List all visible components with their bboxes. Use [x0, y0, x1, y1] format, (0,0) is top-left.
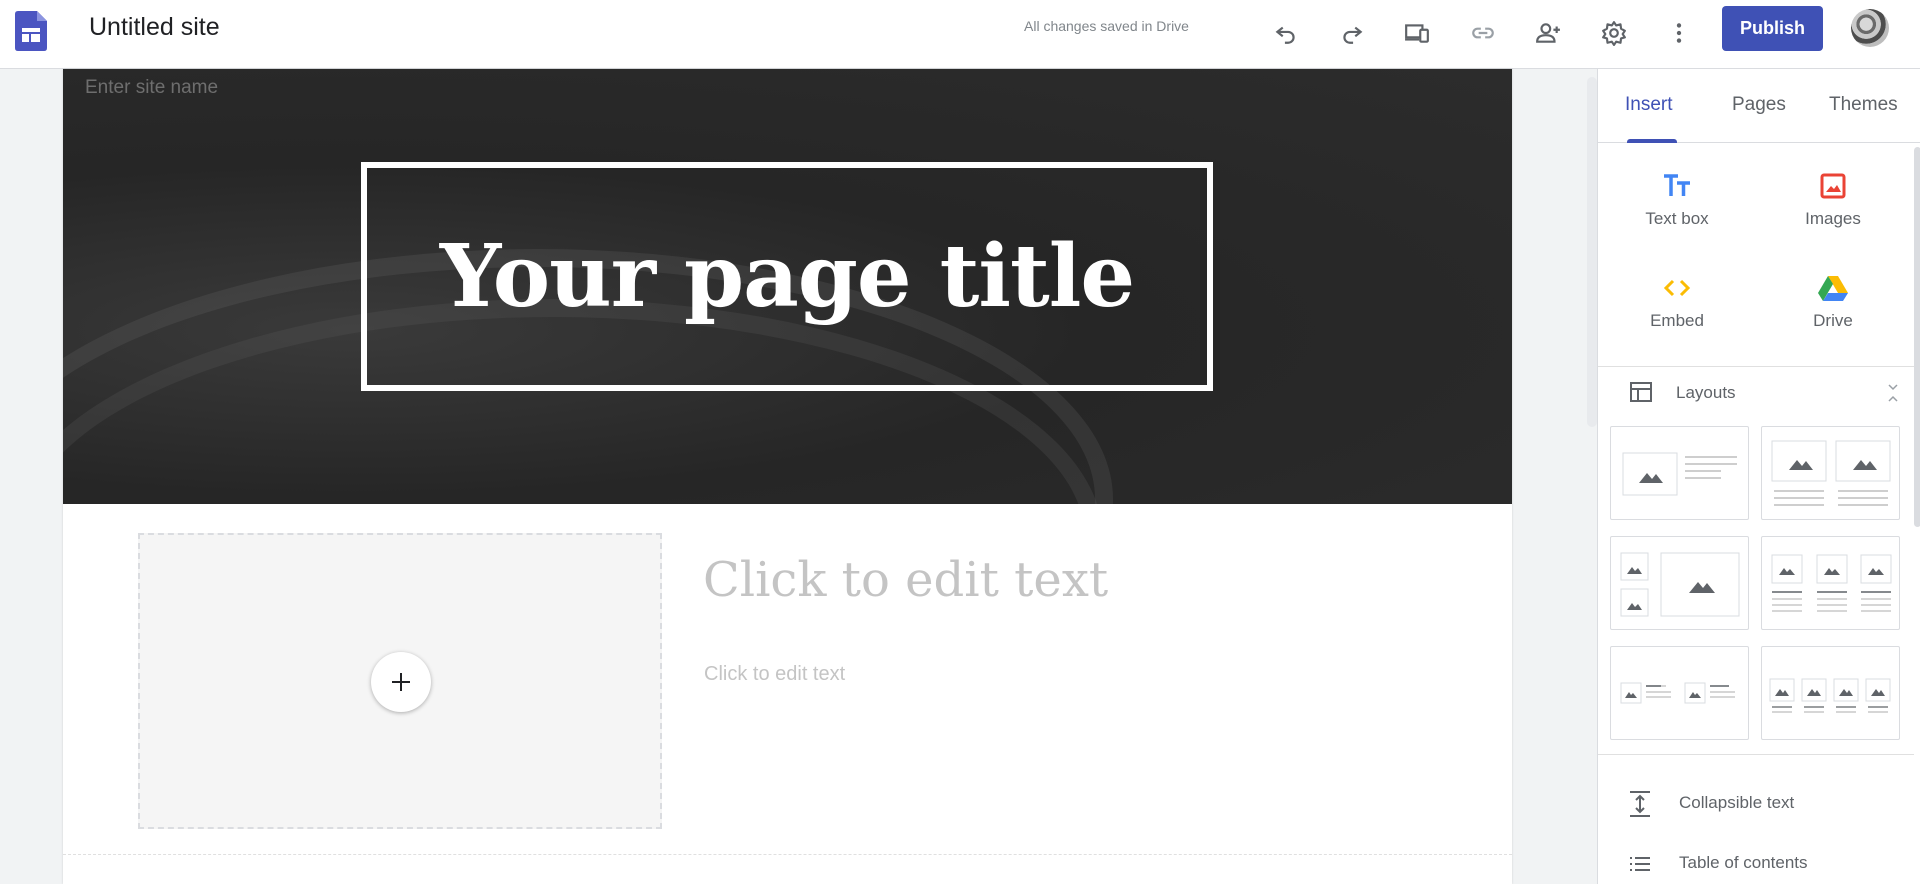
site-name-input[interactable]: Enter site name: [85, 77, 218, 99]
toc-icon: [1630, 857, 1650, 871]
divider: [1598, 366, 1914, 367]
tab-insert[interactable]: Insert: [1625, 94, 1673, 116]
header-banner-image[interactable]: Enter site name Your page title: [63, 69, 1512, 504]
section-divider: [63, 854, 1512, 855]
layout-option[interactable]: [1761, 536, 1900, 630]
layout-option[interactable]: [1761, 426, 1900, 520]
heading-text-placeholder[interactable]: Click to edit text: [703, 552, 1108, 608]
list-label: Collapsible text: [1679, 793, 1795, 812]
insert-label: Images: [1805, 209, 1861, 228]
link-icon[interactable]: [1465, 15, 1501, 51]
collapsible-icon: [1630, 791, 1650, 817]
text-box-icon: [1664, 174, 1690, 196]
site-title-field[interactable]: Untitled site: [89, 13, 220, 42]
page-title[interactable]: Your page title: [440, 226, 1135, 327]
drive-icon: [1818, 276, 1848, 301]
canvas-scrollbar[interactable]: [1587, 77, 1597, 427]
top-bar: Untitled site All changes saved in Drive…: [0, 0, 1920, 69]
tab-pages[interactable]: Pages: [1732, 94, 1786, 116]
side-panel: Insert Pages Themes Text box Images Embe…: [1597, 69, 1920, 884]
site-canvas: Enter site name Your page title Click to…: [63, 69, 1512, 884]
list-label: Table of contents: [1679, 853, 1808, 872]
undo-icon[interactable]: [1268, 15, 1304, 51]
layouts-section-header[interactable]: Layouts: [1598, 375, 1914, 411]
active-tab-indicator: [1627, 139, 1677, 143]
redo-icon[interactable]: [1334, 15, 1370, 51]
share-person-icon[interactable]: [1530, 15, 1566, 51]
panel-tabs: Insert Pages Themes: [1598, 69, 1920, 143]
embed-icon: [1663, 279, 1691, 297]
avatar[interactable]: [1851, 9, 1889, 47]
insert-label: Embed: [1650, 311, 1704, 330]
body-text-placeholder[interactable]: Click to edit text: [704, 663, 845, 686]
collapse-icon[interactable]: [1886, 383, 1900, 403]
image-placeholder[interactable]: [138, 533, 662, 829]
more-vert-icon[interactable]: [1661, 15, 1697, 51]
gear-icon[interactable]: [1596, 15, 1632, 51]
tab-themes[interactable]: Themes: [1829, 94, 1898, 116]
plus-icon: [392, 673, 410, 691]
insert-images[interactable]: Images: [1768, 171, 1898, 229]
panel-scrollbar[interactable]: [1914, 147, 1920, 527]
insert-table-of-contents[interactable]: Table of contents: [1598, 844, 1914, 884]
insert-embed[interactable]: Embed: [1612, 273, 1742, 331]
insert-label: Text box: [1645, 209, 1709, 228]
insert-text-box[interactable]: Text box: [1612, 171, 1742, 229]
layouts-label: Layouts: [1676, 383, 1736, 402]
add-image-button[interactable]: [371, 652, 431, 712]
layout-option[interactable]: [1610, 646, 1749, 740]
layout-option[interactable]: [1761, 646, 1900, 740]
image-icon: [1820, 173, 1846, 199]
page-title-box[interactable]: Your page title: [361, 162, 1213, 391]
publish-button[interactable]: Publish: [1722, 6, 1823, 51]
save-status: All changes saved in Drive: [1024, 18, 1189, 34]
sites-logo-icon[interactable]: [15, 11, 47, 51]
layout-option[interactable]: [1610, 536, 1749, 630]
divider: [1598, 754, 1914, 755]
insert-collapsible-text[interactable]: Collapsible text: [1598, 784, 1914, 824]
layout-option[interactable]: [1610, 426, 1749, 520]
insert-label: Drive: [1813, 311, 1853, 330]
preview-devices-icon[interactable]: [1399, 15, 1435, 51]
insert-drive[interactable]: Drive: [1768, 273, 1898, 331]
layouts-icon: [1630, 382, 1652, 402]
